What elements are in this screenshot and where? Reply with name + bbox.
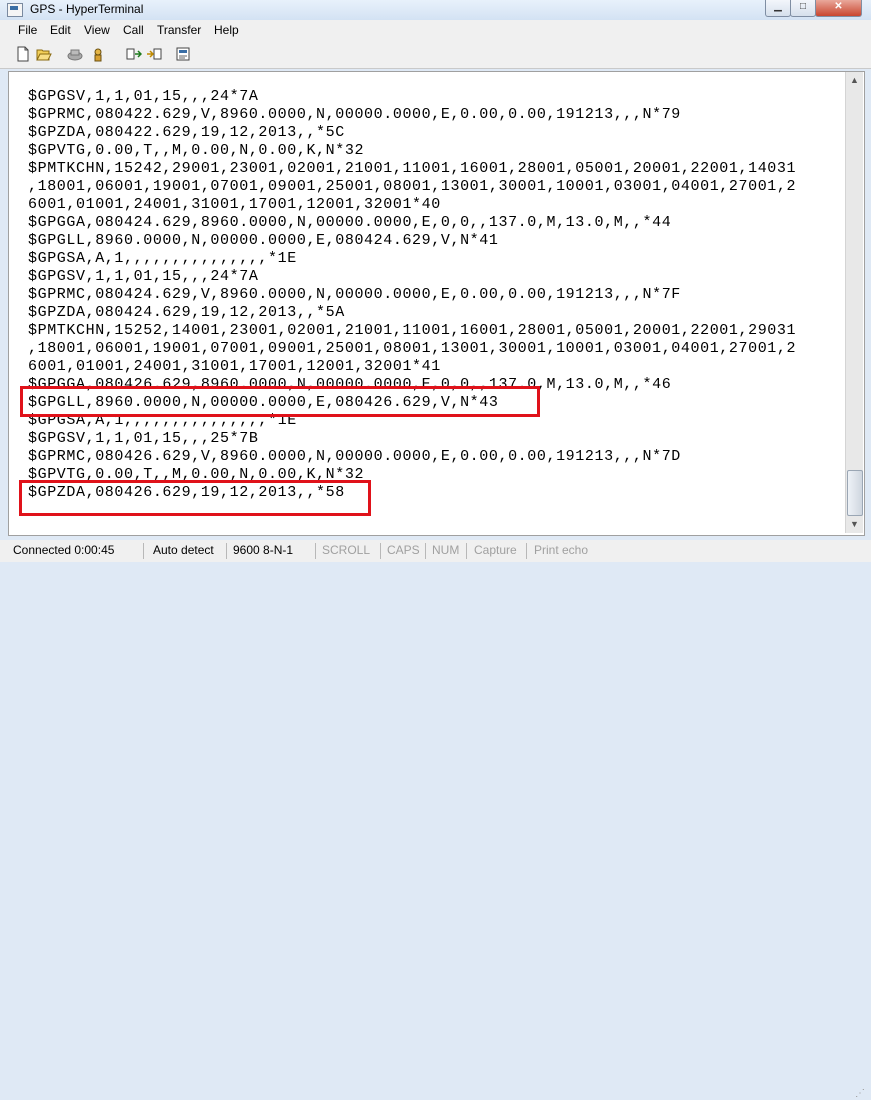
call-icon[interactable] [67,46,83,62]
highlight-box-gpzda [19,480,371,516]
title-bar[interactable]: GPS - HyperTerminal ▁ □ ✕ [0,0,871,20]
terminal-line: 6001,01001,24001,31001,17001,12001,32001… [28,196,441,213]
status-capture: Capture [474,543,517,557]
terminal-line: 6001,01001,24001,31001,17001,12001,32001… [28,358,441,375]
terminal-line: $GPGSA,A,1,,,,,,,,,,,,,,,*1E [28,250,297,267]
terminal-output: $GPGSV,1,1,01,15,,,24*7A $GPRMC,080422.62… [28,88,796,502]
terminal-line: $GPZDA,080424.629,19,12,2013,,*5A [28,304,345,321]
status-bar: Connected 0:00:45 Auto detect 9600 8-N-1… [0,540,871,1099]
scroll-down-icon[interactable]: ▼ [846,516,863,533]
menu-help[interactable]: Help [214,23,239,37]
scroll-up-icon[interactable]: ▲ [846,72,863,89]
status-num: NUM [432,543,460,557]
open-icon[interactable] [36,46,52,62]
send-icon[interactable] [126,46,142,62]
terminal-line: $GPGGA,080424.629,8960.0000,N,00000.0000… [28,214,672,231]
status-caps: CAPS [387,543,420,557]
close-button[interactable]: ✕ [815,0,862,17]
menu-transfer[interactable]: Transfer [157,23,201,37]
terminal-line: $GPRMC,080426.629,V,8960.0000,N,00000.00… [28,448,681,465]
terminal-line: $GPVTG,0.00,T,,M,0.00,N,0.00,K,N*32 [28,142,365,159]
terminal-line: $GPGSV,1,1,01,15,,,25*7B [28,430,259,447]
status-port-settings: 9600 8-N-1 [233,543,294,557]
scrollbar-thumb[interactable] [847,470,863,516]
minimize-button[interactable]: ▁ [765,0,791,17]
highlight-box-gpgll [20,386,540,417]
terminal-line: ,18001,06001,19001,07001,09001,25001,080… [28,340,797,357]
menu-bar: File Edit View Call Transfer Help [0,20,871,40]
new-connection-icon[interactable] [15,46,31,62]
terminal-line: $GPGSV,1,1,01,15,,,24*7A [28,268,259,285]
status-connection-time: Connected 0:00:45 [13,543,115,557]
terminal-line: $GPGLL,8960.0000,N,00000.0000,E,080424.6… [28,232,499,249]
terminal-line: $PMTKCHN,15252,14001,23001,02001,21001,1… [28,322,797,339]
disconnect-icon[interactable] [90,46,106,62]
resize-grip-icon[interactable]: ⋰ [855,1088,867,1100]
hyperterminal-app-icon[interactable] [7,3,23,17]
terminal-line: $GPZDA,080422.629,19,12,2013,,*5C [28,124,345,141]
terminal-line: $PMTKCHN,15242,29001,23001,02001,21001,1… [28,160,797,177]
window-title: GPS - HyperTerminal [30,2,144,16]
terminal-line: $GPRMC,080424.629,V,8960.0000,N,00000.00… [28,286,681,303]
terminal-line: ,18001,06001,19001,07001,09001,25001,080… [28,178,797,195]
status-print-echo: Print echo [534,543,589,557]
menu-edit[interactable]: Edit [50,23,71,37]
menu-file[interactable]: File [18,23,37,37]
terminal-line: $GPGSV,1,1,01,15,,,24*7A [28,88,259,105]
status-scroll: SCROLL [322,543,371,557]
terminal-line: $GPRMC,080422.629,V,8960.0000,N,00000.00… [28,106,681,123]
receive-icon[interactable] [146,46,162,62]
properties-icon[interactable] [175,46,191,62]
maximize-button[interactable]: □ [790,0,816,17]
menu-view[interactable]: View [84,23,110,37]
vertical-scrollbar[interactable]: ▲ ▼ [845,72,863,533]
menu-call[interactable]: Call [123,23,144,37]
status-terminal-type: Auto detect [153,543,214,557]
